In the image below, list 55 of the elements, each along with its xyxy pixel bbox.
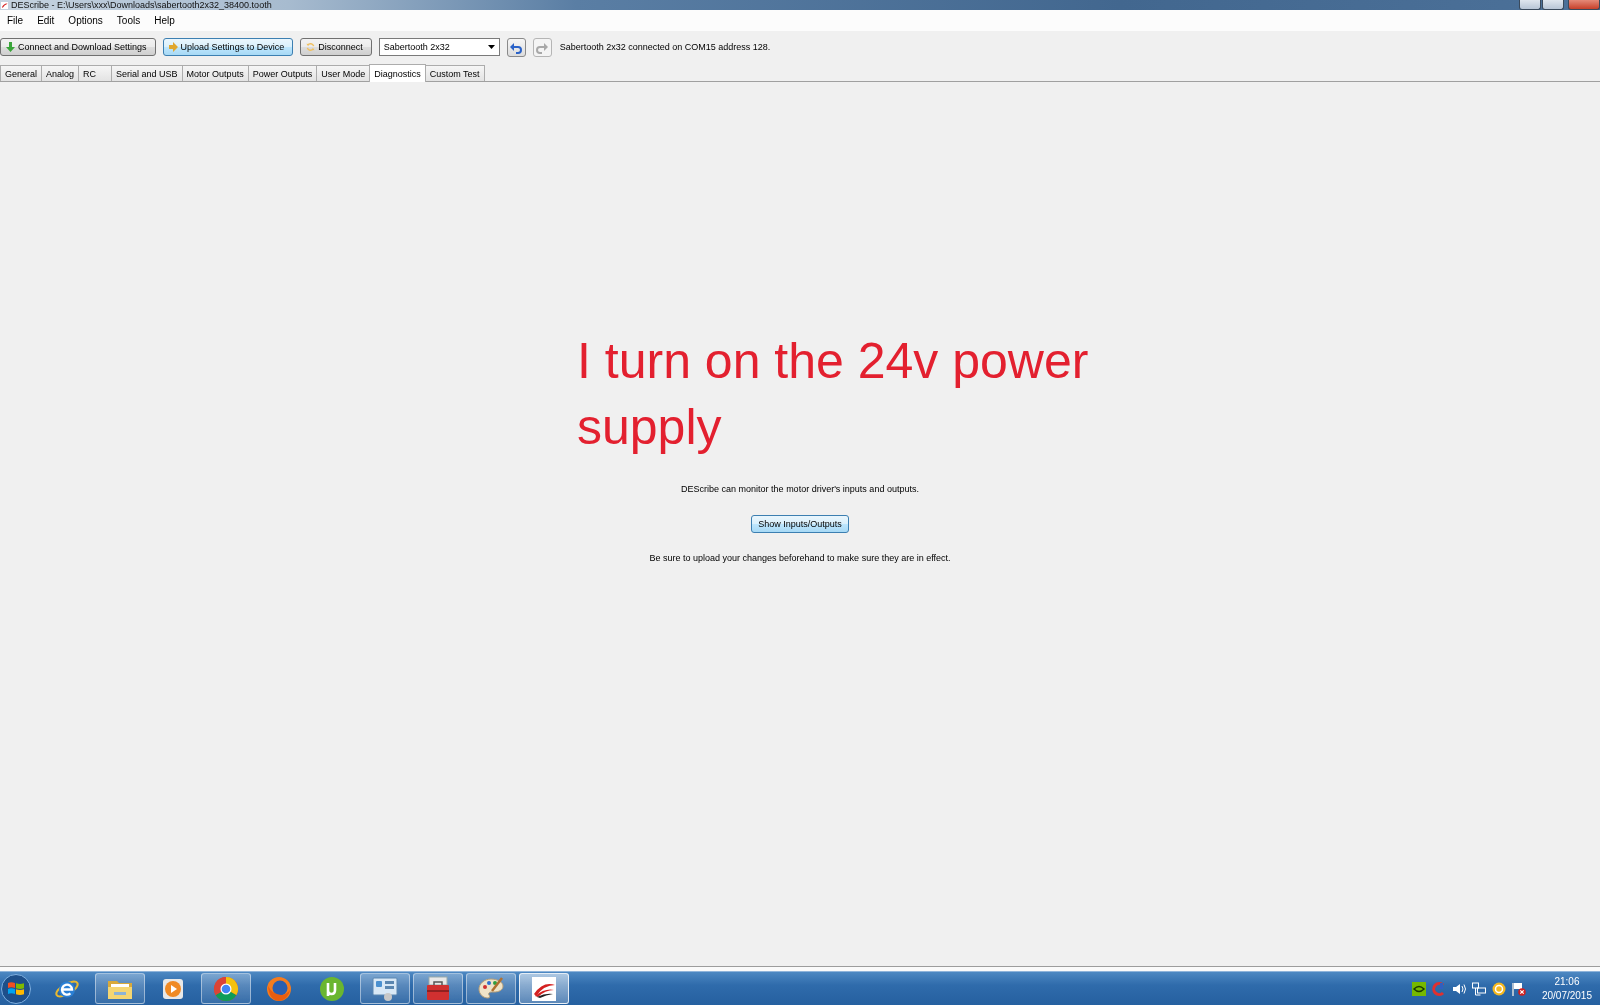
connection-status: Sabertooth 2x32 connected on COM15 address 128. bbox=[559, 41, 771, 54]
tab[interactable]: Diagnostics bbox=[369, 64, 426, 82]
toolbar-button[interactable]: Upload Settings to Device bbox=[162, 38, 294, 56]
mu-logo-icon bbox=[319, 975, 345, 1002]
taskbar-button[interactable] bbox=[413, 973, 463, 1004]
circle-icon[interactable] bbox=[1491, 981, 1506, 996]
close-button[interactable] bbox=[1568, 0, 1600, 10]
tab[interactable]: Analog bbox=[41, 65, 80, 81]
network-icon[interactable] bbox=[1471, 981, 1486, 996]
toolbar-button[interactable]: Connect and Download Settings bbox=[0, 38, 156, 56]
maximize-button[interactable] bbox=[1542, 0, 1564, 10]
minimize-button[interactable] bbox=[1519, 0, 1541, 10]
redo-arrow-icon bbox=[536, 41, 549, 54]
taskbar-button[interactable] bbox=[519, 973, 569, 1004]
swoosh-icon bbox=[531, 975, 557, 1002]
toolbar-button[interactable]: Disconnect bbox=[300, 38, 372, 56]
menu-item[interactable]: Edit bbox=[30, 12, 62, 29]
control-panel-icon bbox=[372, 975, 398, 1002]
eye-logo-icon[interactable] bbox=[1411, 981, 1426, 996]
down-arrow-icon bbox=[6, 42, 15, 52]
device-dropdown[interactable]: Sabertooth 2x32 bbox=[378, 38, 500, 56]
undo-button[interactable] bbox=[506, 38, 526, 57]
annotation-text: I turn on the 24v power supply bbox=[577, 332, 1090, 457]
tab[interactable]: Custom Test bbox=[424, 65, 485, 81]
right-arrow-icon bbox=[168, 42, 178, 52]
window-title: DEScribe - E:\Users\xxx\Downloads\sabertooth2x32_38400.tooth bbox=[11, 0, 272, 10]
menu-item[interactable]: Help bbox=[147, 12, 182, 29]
show-inputs-outputs-button[interactable]: Show Inputs/Outputs bbox=[751, 515, 849, 533]
palette-icon bbox=[478, 975, 504, 1002]
taskbar-button[interactable] bbox=[201, 973, 251, 1004]
orb-flag-icon bbox=[1, 973, 31, 1004]
menu-item[interactable]: File bbox=[0, 12, 31, 29]
tab[interactable]: User Mode bbox=[316, 65, 371, 81]
flag-icon[interactable] bbox=[1511, 981, 1526, 996]
tab[interactable]: Motor Outputs bbox=[181, 65, 249, 81]
menu-item[interactable]: Options bbox=[61, 12, 110, 29]
start-button[interactable] bbox=[0, 972, 34, 1005]
tab[interactable]: RC bbox=[78, 65, 113, 81]
taskbar-button[interactable] bbox=[360, 973, 410, 1004]
tab[interactable]: General bbox=[0, 65, 43, 81]
globe-icon bbox=[266, 975, 292, 1002]
tab[interactable]: Serial and USB bbox=[111, 65, 183, 81]
note-text: Be sure to upload your changes beforehand to make sure they are in effect. bbox=[649, 552, 951, 564]
caret-icon bbox=[487, 45, 495, 49]
undo-arrow-icon bbox=[510, 41, 523, 54]
toolbox-icon bbox=[425, 975, 451, 1002]
circular-arrows-icon bbox=[306, 42, 316, 52]
menu-item[interactable]: Tools bbox=[109, 12, 148, 29]
tray-clock[interactable]: 21:06 20/07/2015 bbox=[1539, 974, 1594, 1003]
taskbar-button[interactable] bbox=[466, 973, 516, 1004]
info-text: DEScribe can monitor the motor driver's inputs and outputs. bbox=[681, 483, 919, 495]
taskbar-button[interactable] bbox=[95, 973, 145, 1004]
speaker-icon[interactable] bbox=[1451, 981, 1466, 996]
segmented-ring-icon bbox=[213, 975, 239, 1002]
tab[interactable]: Power Outputs bbox=[247, 65, 318, 81]
